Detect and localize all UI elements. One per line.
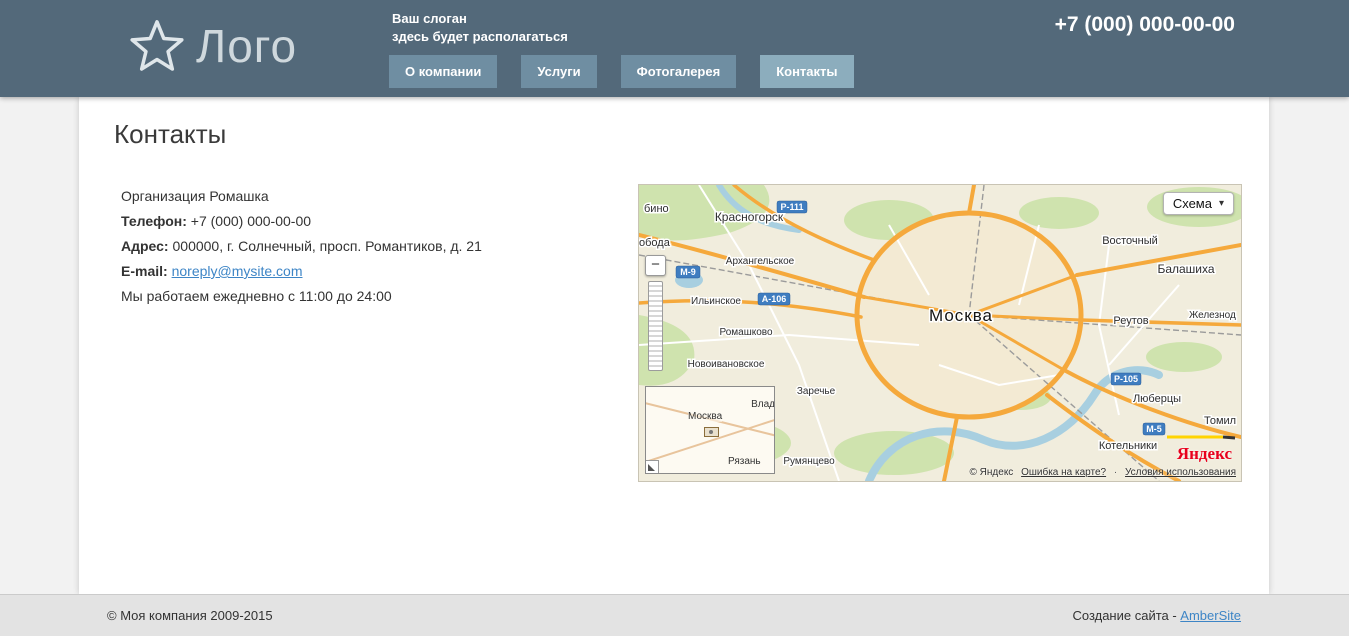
map-type-button[interactable]: Схема ▾ — [1163, 192, 1234, 215]
contact-info: Организация Ромашка Телефон: +7 (000) 00… — [121, 184, 482, 482]
map-town-label: Новоивановское — [688, 359, 765, 370]
map-city-label-moscow: Москва — [929, 306, 993, 325]
nav-about[interactable]: О компании — [389, 55, 497, 88]
minimap-edge-label: Рязань — [728, 456, 761, 467]
zoom-slider[interactable] — [648, 281, 663, 371]
map-town-label: Томил — [1204, 415, 1236, 427]
star-icon — [128, 16, 186, 76]
logo-text: Лого — [196, 21, 297, 72]
road-badge: Р-105 — [1114, 374, 1138, 384]
map-town-label: Заречье — [797, 386, 836, 397]
minimap-viewport-marker[interactable] — [704, 427, 719, 437]
map-town-label: Ромашково — [719, 327, 773, 338]
nav-services[interactable]: Услуги — [521, 55, 596, 88]
map-town-label: Люберцы — [1133, 393, 1181, 405]
content-card: Контакты Организация Ромашка Телефон: +7… — [79, 97, 1269, 594]
map-town-label: Красногорск — [715, 210, 784, 224]
slogan-line-1: Ваш слоган — [392, 10, 568, 28]
email-line: E-mail: noreply@mysite.com — [121, 263, 482, 279]
map-town-label: Балашиха — [1157, 262, 1214, 276]
map-attribution: © Яндекс Ошибка на карте? · Условия испо… — [970, 467, 1236, 478]
road-badge: А-106 — [762, 294, 787, 304]
minimap-collapse-button[interactable] — [646, 460, 659, 473]
company-name: Организация Ромашка — [121, 188, 482, 204]
collapse-arrow-icon — [648, 464, 655, 471]
road-badge: М-9 — [680, 267, 696, 277]
footer-copyright: © Моя компания 2009-2015 — [107, 608, 273, 623]
chevron-down-icon: ▾ — [1219, 198, 1224, 209]
address-line: Адрес: 000000, г. Солнечный, просп. Рома… — [121, 238, 482, 254]
page-title: Контакты — [114, 119, 1242, 150]
road-badge: Р-111 — [780, 202, 803, 212]
map-yellow-segment — [1167, 437, 1235, 438]
map-type-label: Схема — [1173, 196, 1212, 211]
email-label: E-mail: — [121, 263, 168, 279]
map-error-link[interactable]: Ошибка на карте? — [1021, 467, 1106, 478]
map-town-label: Ильинское — [691, 296, 741, 307]
map-town-label: Железнод — [1189, 310, 1236, 321]
terms-link[interactable]: Условия использования — [1125, 467, 1236, 478]
logo[interactable]: Лого — [128, 16, 297, 76]
address-label: Адрес: — [121, 238, 169, 254]
nav-gallery[interactable]: Фотогалерея — [621, 55, 737, 88]
main-nav: О компании Услуги Фотогалерея Контакты — [389, 55, 854, 88]
zoom-out-button[interactable]: − — [645, 255, 666, 276]
email-link[interactable]: noreply@mysite.com — [172, 263, 303, 279]
phone-line: Телефон: +7 (000) 000-00-00 — [121, 213, 482, 229]
map-town-label: Восточный — [1102, 235, 1158, 247]
attribution-separator: · — [1114, 467, 1117, 478]
map-town-label: бино — [644, 203, 669, 215]
phone-label: Телефон: — [121, 213, 187, 229]
header-phone: +7 (000) 000-00-00 — [1055, 13, 1235, 37]
minimap[interactable]: Москва Влад Рязань — [645, 386, 775, 474]
yandex-copyright-link[interactable]: © Яндекс — [970, 467, 1014, 478]
slogan: Ваш слоган здесь будет располагаться — [392, 10, 568, 46]
ambersite-link[interactable]: AmberSite — [1180, 608, 1241, 623]
footer: © Моя компания 2009-2015 Создание сайта … — [0, 594, 1349, 636]
map[interactable]: Р-111 М-9 А-106 Р-105 М-5 бино Красногор… — [638, 184, 1242, 482]
content-row: Организация Ромашка Телефон: +7 (000) 00… — [114, 184, 1242, 482]
address-value: 000000, г. Солнечный, просп. Романтиков,… — [173, 238, 482, 254]
nav-contacts[interactable]: Контакты — [760, 55, 853, 88]
map-town-label: Архангельское — [726, 256, 795, 267]
road-badge: М-5 — [1146, 424, 1162, 434]
slogan-line-2: здесь будет располагаться — [392, 28, 568, 46]
phone-value: +7 (000) 000-00-00 — [191, 213, 311, 229]
minimap-city-label: Москва — [688, 411, 722, 422]
minimap-edge-label: Влад — [751, 399, 775, 410]
map-town-label: Румянцево — [783, 456, 835, 467]
footer-credit: Создание сайта - AmberSite — [1072, 608, 1241, 623]
footer-credit-prefix: Создание сайта - — [1072, 608, 1180, 623]
map-town-label: Реутов — [1113, 315, 1148, 327]
header: Лого Ваш слоган здесь будет располагатьс… — [0, 0, 1349, 97]
yandex-logo[interactable]: Яндекс — [1177, 444, 1232, 464]
map-town-label: обода — [639, 237, 671, 249]
map-town-label: Котельники — [1099, 440, 1157, 452]
working-hours: Мы работаем ежедневно с 11:00 до 24:00 — [121, 288, 482, 304]
